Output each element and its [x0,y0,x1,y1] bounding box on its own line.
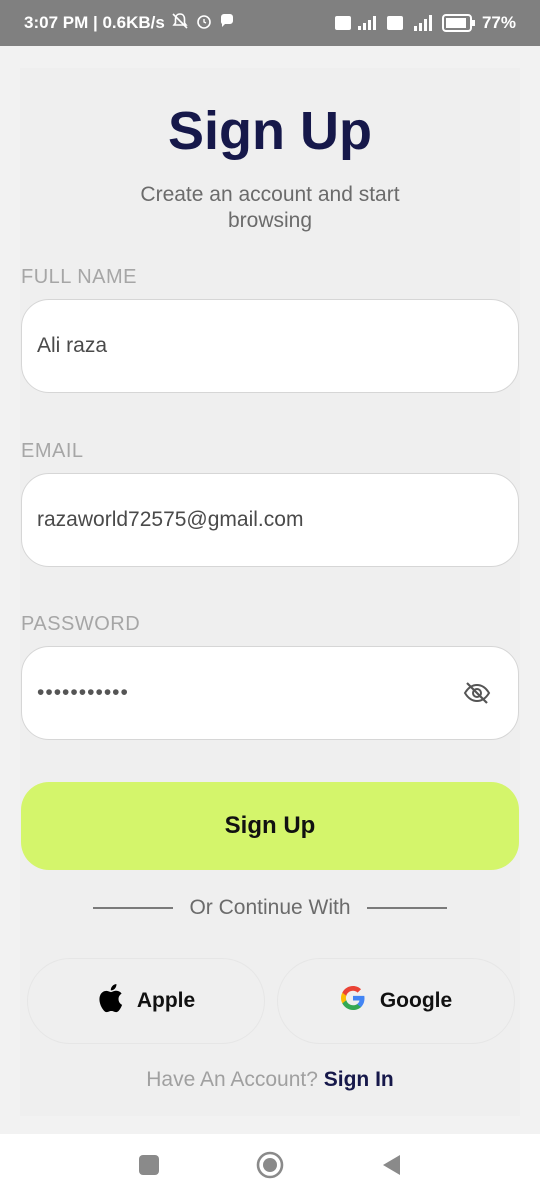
status-bar: 3:07 PM | 0.6KB/s 77% [0,0,540,46]
page-subtitle: Create an account and start browsing [140,183,400,232]
full-name-input[interactable] [37,334,492,358]
status-left: 3:07 PM | 0.6KB/s [24,12,235,35]
signin-prompt: Have An Account? Sign In [0,1068,540,1092]
apple-signin-button[interactable]: Apple [27,958,265,1044]
status-right: 77% [334,13,516,33]
battery-percent: 77% [481,13,516,32]
email-label: EMAIL [21,440,84,462]
email-input[interactable] [37,508,492,532]
password-field[interactable]: ••••••••••• [21,646,519,740]
volte-badge-icon [334,15,352,31]
google-label: Google [379,989,453,1012]
recent-apps-icon[interactable] [138,1154,160,1181]
signup-button[interactable]: Sign Up [21,782,519,870]
signal-4g-icon [410,15,436,31]
status-time-speed: 3:07 PM | 0.6KB/s [24,13,165,32]
or-continue-divider: Or Continue With [0,895,540,921]
eye-off-icon[interactable] [462,678,492,708]
alarm-icon [195,12,213,35]
google-signin-button[interactable]: Google [277,958,515,1044]
divider-text: Or Continue With [189,896,351,919]
full-name-field[interactable] [21,299,519,393]
battery-icon [441,14,476,32]
back-icon[interactable] [380,1153,402,1182]
divider-line-right [366,907,447,909]
email-field[interactable] [21,473,519,567]
chat-bubble-icon [219,13,235,34]
signal-icon [357,16,380,30]
signin-link[interactable]: Sign In [324,1068,394,1091]
page-title: Sign Up [168,101,372,161]
apple-label: Apple [136,989,196,1012]
have-account-text: Have An Account? [146,1068,318,1091]
apple-icon [97,983,123,1019]
home-icon[interactable] [256,1151,284,1184]
password-input[interactable]: ••••••••••• [37,681,462,705]
volte-badge-icon [386,15,404,31]
divider-line-left [93,907,174,909]
full-name-label: FULL NAME [21,266,138,288]
system-nav-bar [0,1134,540,1200]
google-icon [340,985,366,1017]
mute-bell-icon [171,12,189,35]
password-label: PASSWORD [21,613,141,635]
